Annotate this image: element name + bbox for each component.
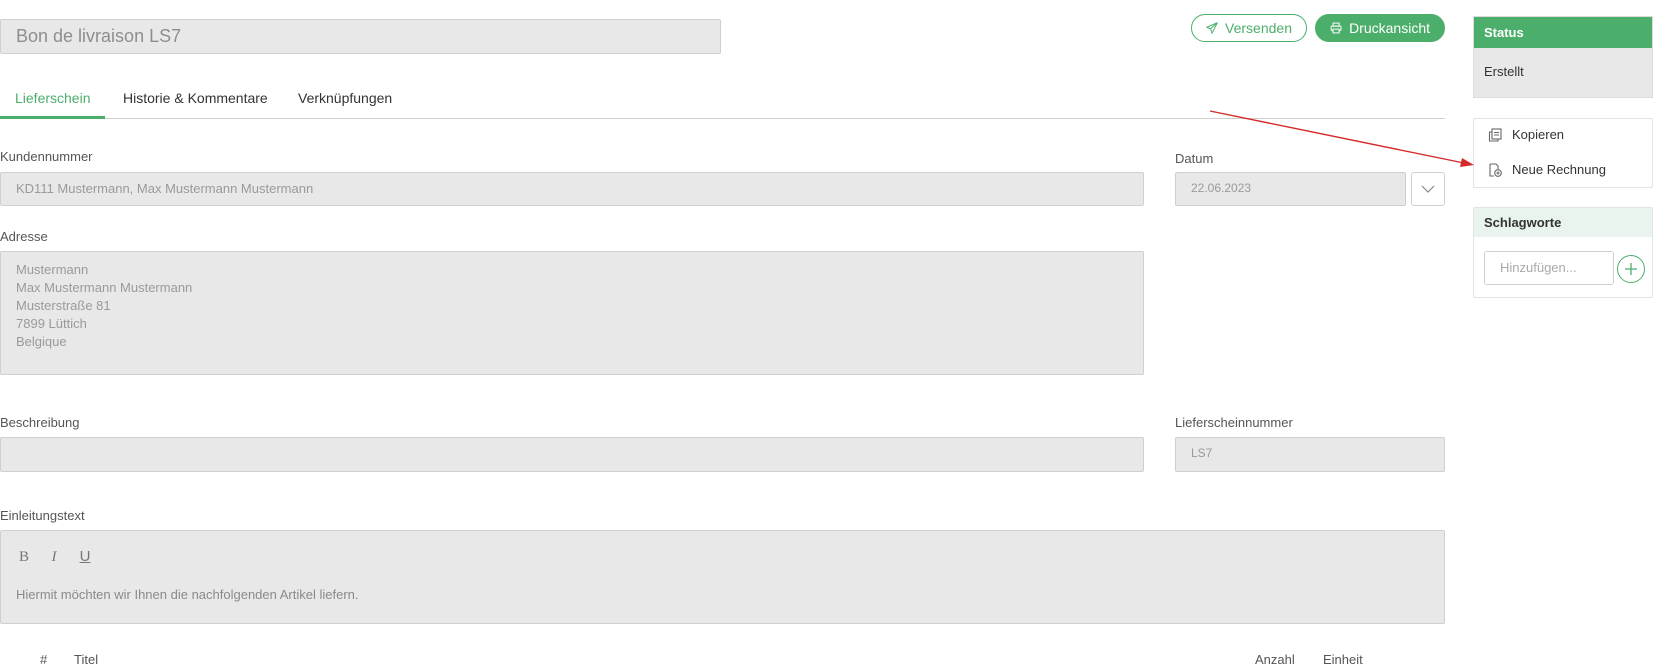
address-line: Mustermann [16, 262, 89, 277]
column-header-quantity: Anzahl [1255, 652, 1295, 667]
intro-text-content: Hiermit möchten wir Ihnen die nachfolgen… [16, 587, 359, 602]
date-picker-button[interactable] [1411, 172, 1445, 206]
column-header-number: # [40, 652, 48, 667]
actions-panel: Kopieren Neue Rechnung [1473, 118, 1653, 188]
new-invoice-icon [1489, 162, 1502, 177]
customer-number-label: Kundennummer [0, 149, 93, 164]
bold-button[interactable]: B [16, 548, 32, 566]
tab-bar: Lieferschein Historie & Kommentare Verkn… [0, 85, 1445, 119]
address-label: Adresse [0, 229, 48, 244]
print-view-button[interactable]: Druckansicht [1315, 14, 1445, 42]
printer-icon [1330, 22, 1342, 34]
chevron-down-icon [1421, 185, 1435, 193]
add-tag-button[interactable] [1617, 255, 1645, 283]
tags-title: Schlagworte [1474, 208, 1652, 237]
send-button-label: Versenden [1225, 20, 1292, 36]
status-title: Status [1474, 17, 1652, 48]
address-line: Max Mustermann Mustermann [16, 280, 193, 295]
tab-historie-kommentare[interactable]: Historie & Kommentare [123, 90, 268, 106]
print-view-button-label: Druckansicht [1349, 20, 1430, 36]
description-label: Beschreibung [0, 415, 80, 430]
status-panel: Status Erstellt [1473, 16, 1653, 98]
copy-button[interactable]: Kopieren [1488, 127, 1564, 142]
active-tab-indicator [0, 116, 105, 119]
send-button[interactable]: Versenden [1191, 14, 1307, 42]
tab-verknuepfungen[interactable]: Verknüpfungen [298, 90, 392, 106]
delivery-number-label: Lieferscheinnummer [1175, 415, 1293, 430]
intro-text-label: Einleitungstext [0, 508, 85, 523]
intro-text-editor[interactable]: B I U Hiermit möchten wir Ihnen die nach… [0, 530, 1445, 624]
copy-icon [1488, 127, 1502, 142]
column-header-title: Titel [74, 652, 99, 667]
tags-panel: Schlagworte Hinzufügen... [1473, 207, 1653, 298]
address-field[interactable]: Mustermann Max Mustermann Mustermann Mus… [0, 251, 1144, 375]
copy-button-label: Kopieren [1512, 127, 1565, 142]
delivery-number-field[interactable]: LS7 [1175, 437, 1445, 472]
paper-plane-icon [1206, 22, 1218, 34]
date-label: Datum [1175, 151, 1214, 166]
underline-button[interactable]: U [77, 548, 93, 566]
title-input[interactable]: Bon de livraison LS7 [0, 19, 721, 54]
new-invoice-button[interactable]: Neue Rechnung [1488, 162, 1606, 177]
new-invoice-button-label: Neue Rechnung [1512, 162, 1606, 177]
address-line: Musterstraße 81 [16, 298, 111, 313]
customer-number-field[interactable]: KD111 Mustermann, Max Mustermann Musterm… [0, 172, 1144, 206]
date-field[interactable]: 22.06.2023 [1175, 172, 1406, 206]
address-line: Belgique [16, 334, 67, 349]
address-line: 7899 Lüttich [16, 316, 87, 331]
status-value: Erstellt [1484, 64, 1524, 79]
tab-lieferschein[interactable]: Lieferschein [15, 90, 91, 106]
plus-icon [1625, 263, 1637, 275]
description-field[interactable] [0, 437, 1144, 472]
column-header-unit: Einheit [1323, 652, 1363, 667]
italic-button[interactable]: I [46, 548, 62, 566]
tag-input[interactable]: Hinzufügen... [1484, 251, 1614, 285]
